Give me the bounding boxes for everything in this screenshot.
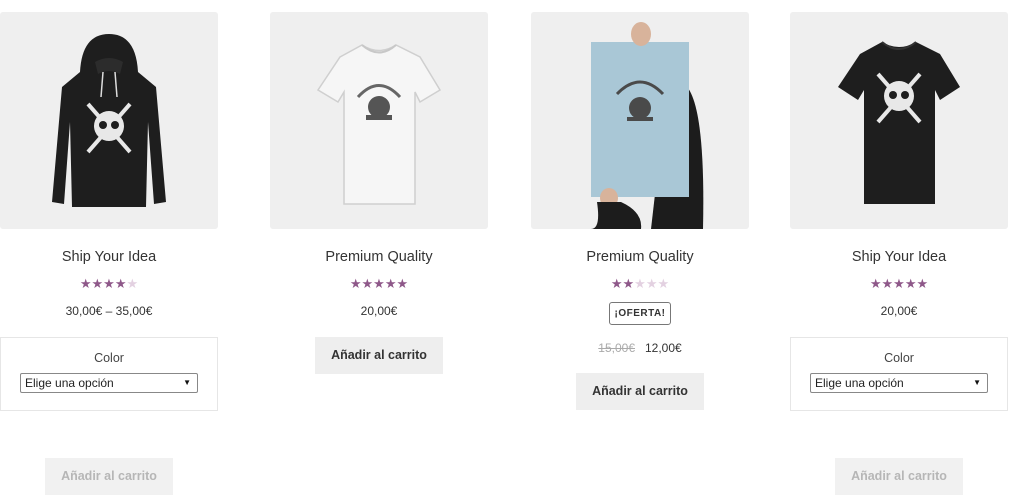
product-title[interactable]: Premium Quality (531, 249, 749, 265)
star-icon: ★ (622, 276, 635, 291)
product-image-white-tshirt[interactable] (270, 12, 488, 229)
product-price: 30,00€ – 35,00€ (0, 304, 218, 318)
product-price: 20,00€ (790, 304, 1008, 318)
star-icon: ★ (610, 276, 623, 291)
price-value: 12,00€ (645, 341, 682, 355)
color-select[interactable]: Elige una opción ▼ (20, 373, 198, 393)
black-tshirt-icon (838, 41, 960, 204)
price-value: 20,00€ (880, 304, 918, 318)
sale-badge: ¡OFERTA! (609, 302, 671, 325)
old-price: 15,00€ (598, 341, 635, 355)
product-image-poster[interactable] (531, 12, 749, 229)
black-hoodie-icon (52, 34, 166, 207)
white-tshirt-icon (316, 44, 442, 205)
star-icon: ★ (881, 276, 894, 291)
star-icon: ★ (893, 276, 905, 291)
rating-stars: ★★★★★ (531, 275, 749, 293)
product-image-black-hoodie[interactable] (0, 12, 218, 229)
rating-stars: ★★★★★ (270, 275, 488, 293)
rating-stars: ★★★★★ (0, 275, 218, 293)
color-select[interactable]: Elige una opción ▼ (810, 373, 988, 393)
star-icon: ★ (657, 276, 670, 291)
add-to-cart-button[interactable]: Añadir al carrito (45, 458, 173, 495)
star-icon: ★ (645, 276, 658, 291)
select-value: Elige una opción (815, 376, 904, 390)
star-icon: ★ (361, 276, 374, 291)
price-value: 30,00€ – 35,00€ (65, 304, 153, 318)
product-image-black-tshirt[interactable] (790, 12, 1008, 229)
select-value: Elige una opción (25, 376, 114, 390)
star-icon: ★ (634, 276, 646, 291)
product-title[interactable]: Ship Your Idea (0, 249, 218, 265)
product-title[interactable]: Ship Your Idea (790, 249, 1008, 265)
dropdown-arrow-icon: ▼ (973, 378, 981, 387)
product-price: 15,00€ 12,00€ (531, 341, 749, 355)
star-icon: ★ (126, 276, 139, 291)
dropdown-arrow-icon: ▼ (183, 378, 191, 387)
add-to-cart-button[interactable]: Añadir al carrito (315, 337, 443, 374)
rating-stars: ★★★★★ (790, 275, 1008, 293)
star-icon: ★ (904, 276, 917, 291)
product-title[interactable]: Premium Quality (270, 249, 488, 265)
star-icon: ★ (916, 276, 929, 291)
star-icon: ★ (869, 276, 882, 291)
star-icon: ★ (114, 276, 127, 291)
product-price: 20,00€ (270, 304, 488, 318)
star-icon: ★ (384, 276, 397, 291)
add-to-cart-button[interactable]: Añadir al carrito (835, 458, 963, 495)
star-icon: ★ (373, 276, 385, 291)
variation-label: Color (884, 351, 914, 365)
price-value: 20,00€ (360, 304, 398, 318)
poster-icon (591, 22, 704, 229)
star-icon: ★ (103, 276, 115, 291)
add-to-cart-button[interactable]: Añadir al carrito (576, 373, 704, 410)
star-icon: ★ (396, 276, 409, 291)
variation-label: Color (94, 351, 124, 365)
star-icon: ★ (349, 276, 362, 291)
star-icon: ★ (91, 276, 104, 291)
variations-box: Color Elige una opción ▼ (790, 337, 1008, 411)
star-icon: ★ (79, 276, 92, 291)
variations-box: Color Elige una opción ▼ (0, 337, 218, 411)
